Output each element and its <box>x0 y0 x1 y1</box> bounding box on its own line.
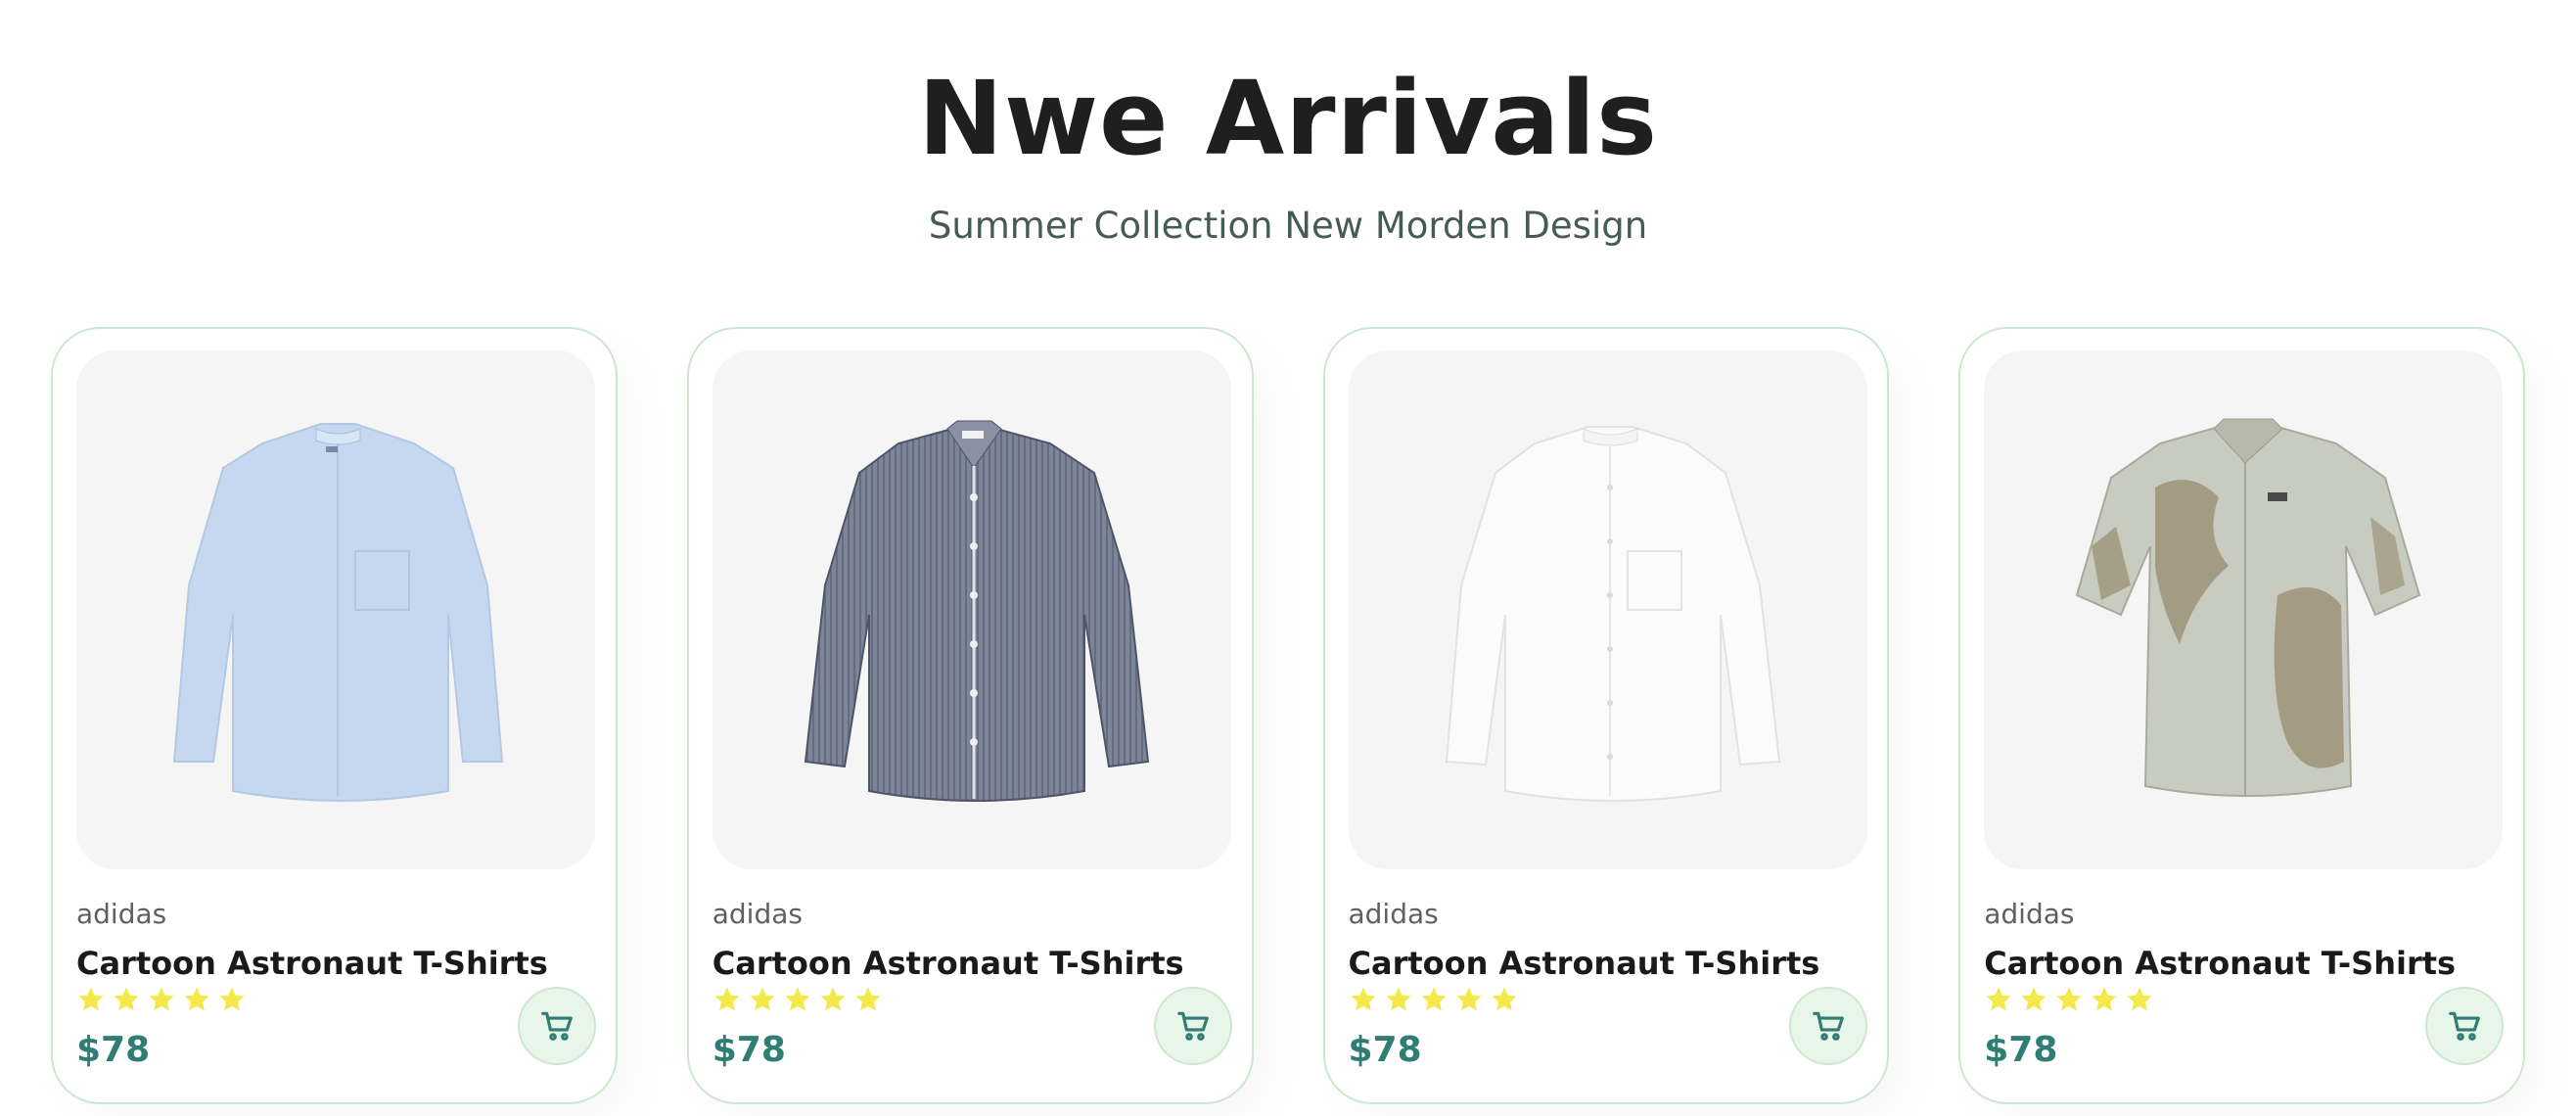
product-price: $78 <box>712 1030 786 1070</box>
product-price: $78 <box>1984 1030 2058 1070</box>
product-name[interactable]: Cartoon Astronaut T-Shirts <box>713 942 1184 985</box>
star-icon <box>1492 987 1516 1011</box>
product-name[interactable]: Cartoon Astronaut T-Shirts <box>1984 942 2456 985</box>
product-image[interactable] <box>1984 350 2504 869</box>
product-rating <box>713 985 883 1014</box>
product-image[interactable] <box>1348 350 1867 869</box>
star-icon <box>785 987 810 1011</box>
star-icon <box>149 987 174 1011</box>
product-image[interactable] <box>76 350 595 869</box>
star-icon <box>820 987 846 1011</box>
star-icon <box>2056 987 2082 1011</box>
product-grid: adidas Cartoon Astronaut T-Shirts $78 ad… <box>51 327 2525 1104</box>
product-card[interactable]: adidas Cartoon Astronaut T-Shirts $78 <box>51 327 618 1104</box>
star-icon <box>855 987 881 1011</box>
star-icon <box>1351 987 1375 1011</box>
star-icon <box>2092 987 2117 1011</box>
section-subtitle: Summer Collection New Morden Design <box>928 205 1648 247</box>
star-icon <box>2021 987 2047 1011</box>
product-brand: adidas <box>712 898 803 930</box>
product-name[interactable]: Cartoon Astronaut T-Shirts <box>1349 942 1820 985</box>
product-card[interactable]: adidas Cartoon Astronaut T-Shirts $78 <box>1958 327 2525 1104</box>
star-icon <box>1986 987 2011 1011</box>
product-rating <box>76 985 247 1014</box>
product-brand: adidas <box>1348 898 1439 930</box>
add-to-cart-button[interactable] <box>1153 987 1232 1065</box>
product-rating <box>1349 985 1519 1014</box>
star-icon <box>184 987 209 1011</box>
product-card[interactable]: adidas Cartoon Astronaut T-Shirts $78 <box>686 327 1254 1104</box>
product-image[interactable] <box>712 350 1231 869</box>
star-icon <box>2127 987 2152 1011</box>
section-title: Nwe Arrivals <box>917 59 1659 178</box>
add-to-cart-button[interactable] <box>1789 987 1868 1065</box>
star-icon <box>750 987 775 1011</box>
star-icon <box>714 987 740 1011</box>
star-icon <box>114 987 139 1011</box>
star-icon <box>1456 987 1481 1011</box>
add-to-cart-button[interactable] <box>2425 987 2504 1065</box>
cart-icon <box>540 1011 573 1041</box>
product-price: $78 <box>76 1030 151 1070</box>
star-icon <box>1421 987 1446 1011</box>
product-brand: adidas <box>76 898 167 930</box>
product-brand: adidas <box>1984 898 2075 930</box>
add-to-cart-button[interactable] <box>517 987 596 1065</box>
star-icon <box>219 987 245 1011</box>
cart-icon <box>2449 1011 2480 1041</box>
cart-icon <box>1176 1011 1209 1041</box>
cart-icon <box>1813 1011 1845 1041</box>
product-price: $78 <box>1348 1030 1422 1070</box>
star-icon <box>1386 987 1410 1011</box>
star-icon <box>78 987 104 1011</box>
product-card[interactable]: adidas Cartoon Astronaut T-Shirts $78 <box>1322 327 1890 1104</box>
product-rating <box>1984 985 2154 1014</box>
product-name[interactable]: Cartoon Astronaut T-Shirts <box>76 942 548 985</box>
